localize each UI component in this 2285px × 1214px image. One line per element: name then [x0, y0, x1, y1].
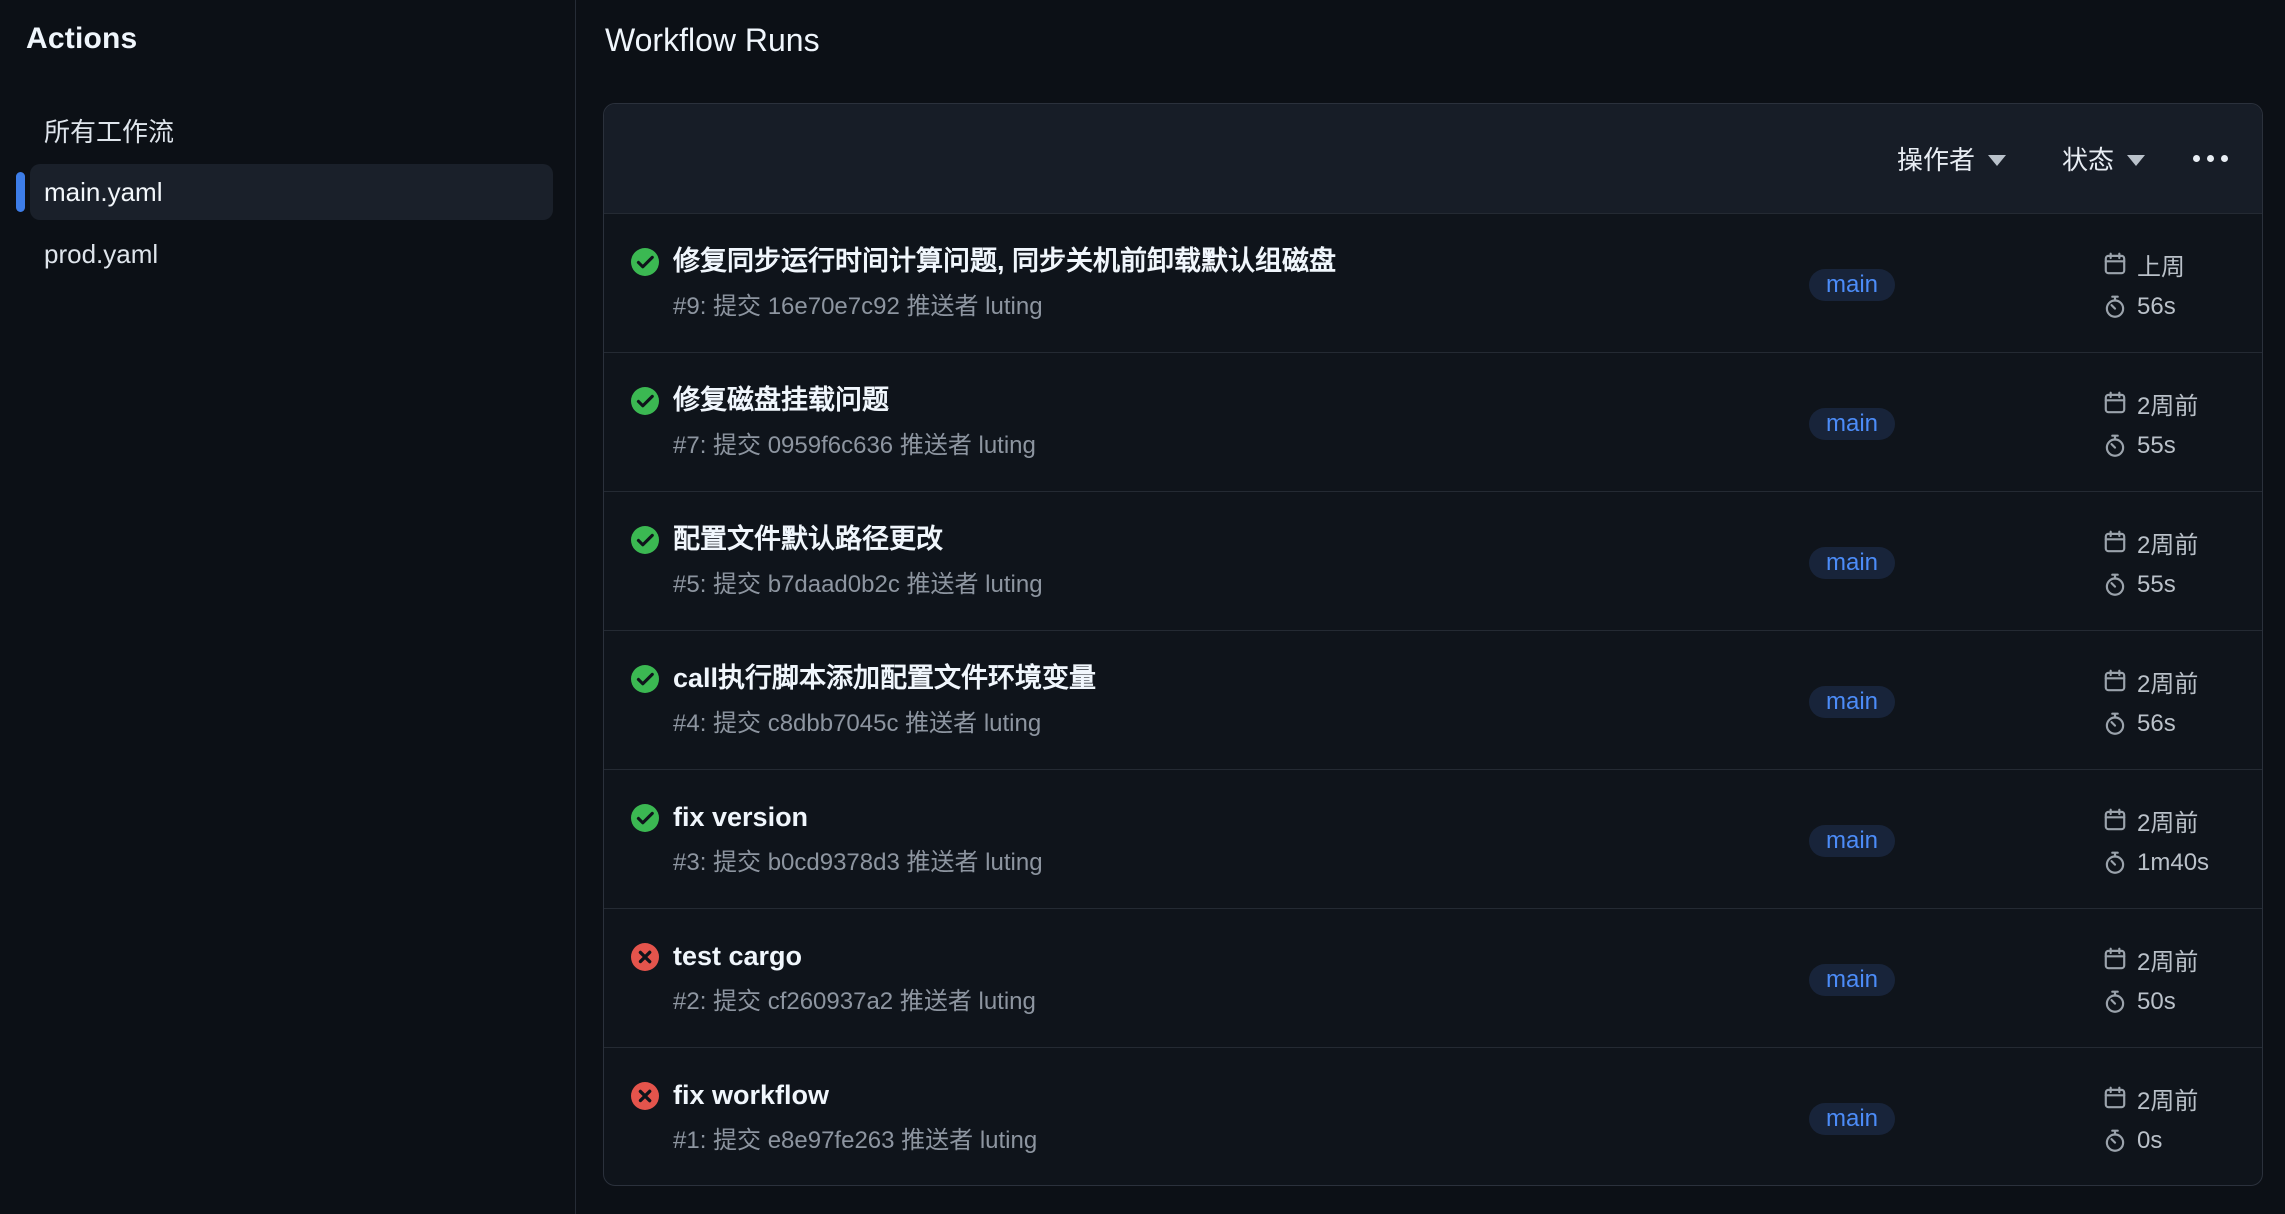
main-content: Workflow Runs 操作者 状态 — [577, 0, 2285, 1214]
runs-list: 修复同步运行时间计算问题, 同步关机前卸载默认组磁盘 #9: 提交 16e70e… — [604, 214, 2262, 1186]
runs-toolbar: 操作者 状态 — [604, 104, 2262, 214]
run-duration: 55s — [2137, 571, 2176, 599]
more-options-button[interactable] — [2193, 149, 2228, 168]
run-meta: 2周前 0s — [2102, 1084, 2198, 1170]
stopwatch-icon — [2102, 572, 2128, 598]
run-commit-info: #4: 提交 c8dbb7045c 推送者 luting — [673, 709, 1041, 739]
run-title-link[interactable]: 配置文件默认路径更改 — [673, 522, 943, 556]
kebab-dot — [2193, 155, 2200, 162]
stopwatch-icon — [2102, 989, 2128, 1015]
run-title-link[interactable]: 修复同步运行时间计算问题, 同步关机前卸载默认组磁盘 — [673, 244, 1336, 278]
branch-badge[interactable]: main — [1809, 408, 1895, 440]
stopwatch-icon — [2102, 711, 2128, 737]
branch-badge[interactable]: main — [1809, 825, 1895, 857]
run-title-link[interactable]: call执行脚本添加配置文件环境变量 — [673, 661, 1096, 695]
run-time: 2周前 — [2137, 664, 2198, 699]
calendar-icon — [2102, 668, 2128, 694]
kebab-dot — [2207, 155, 2214, 162]
failure-x-icon — [631, 943, 659, 971]
sidebar-item-main.yaml[interactable]: main.yaml — [30, 164, 553, 220]
run-time: 2周前 — [2137, 942, 2198, 977]
calendar-icon — [2102, 807, 2128, 833]
run-meta: 2周前 1m40s — [2102, 806, 2209, 892]
run-duration: 50s — [2137, 988, 2176, 1016]
stopwatch-icon — [2102, 294, 2128, 320]
run-duration: 56s — [2137, 293, 2176, 321]
workflow-run-row[interactable]: 配置文件默认路径更改 #5: 提交 b7daad0b2c 推送者 luting … — [604, 492, 2262, 631]
workflow-run-row[interactable]: 修复同步运行时间计算问题, 同步关机前卸载默认组磁盘 #9: 提交 16e70e… — [604, 214, 2262, 353]
kebab-dot — [2221, 155, 2228, 162]
workflow-runs-title: Workflow Runs — [605, 22, 820, 59]
sidebar-item-prod.yaml[interactable]: prod.yaml — [30, 226, 553, 282]
caret-down-icon — [1988, 155, 2006, 166]
run-title-link[interactable]: 修复磁盘挂载问题 — [673, 383, 889, 417]
branch-badge[interactable]: main — [1809, 686, 1895, 718]
run-commit-info: #7: 提交 0959f6c636 推送者 luting — [673, 431, 1036, 461]
branch-badge[interactable]: main — [1809, 547, 1895, 579]
run-commit-info: #2: 提交 cf260937a2 推送者 luting — [673, 987, 1036, 1017]
workflows-sidebar: Actions 所有工作流 main.yaml prod.yaml — [0, 0, 576, 1214]
calendar-icon — [2102, 529, 2128, 555]
stopwatch-icon — [2102, 1128, 2128, 1154]
status-filter-label: 状态 — [2062, 140, 2114, 177]
page-title: Actions — [26, 22, 137, 56]
workflow-list: 所有工作流 main.yaml prod.yaml — [0, 102, 575, 288]
workflow-item-label: main.yaml — [44, 177, 162, 208]
run-duration: 0s — [2137, 1127, 2162, 1155]
run-duration: 56s — [2137, 710, 2176, 738]
stopwatch-icon — [2102, 433, 2128, 459]
success-check-icon — [631, 248, 659, 276]
run-meta: 上周 56s — [2102, 250, 2185, 336]
run-commit-info: #9: 提交 16e70e7c92 推送者 luting — [673, 292, 1043, 322]
workflow-run-row[interactable]: test cargo #2: 提交 cf260937a2 推送者 luting … — [604, 909, 2262, 1048]
calendar-icon — [2102, 1085, 2128, 1111]
actor-filter-label: 操作者 — [1897, 140, 1975, 177]
run-meta: 2周前 56s — [2102, 667, 2198, 753]
run-commit-info: #5: 提交 b7daad0b2c 推送者 luting — [673, 570, 1043, 600]
run-time: 2周前 — [2137, 803, 2198, 838]
branch-badge[interactable]: main — [1809, 1103, 1895, 1135]
workflow-item-label: prod.yaml — [44, 239, 158, 270]
actor-filter-dropdown[interactable]: 操作者 — [1897, 140, 2006, 177]
run-commit-info: #3: 提交 b0cd9378d3 推送者 luting — [673, 848, 1043, 878]
branch-badge[interactable]: main — [1809, 964, 1895, 996]
failure-x-icon — [631, 1082, 659, 1110]
success-check-icon — [631, 804, 659, 832]
calendar-icon — [2102, 390, 2128, 416]
workflow-run-row[interactable]: fix workflow #1: 提交 e8e97fe263 推送者 lutin… — [604, 1048, 2262, 1186]
sidebar-item-所有工作流[interactable]: 所有工作流 — [30, 102, 553, 158]
run-meta: 2周前 55s — [2102, 528, 2198, 614]
branch-badge[interactable]: main — [1809, 269, 1895, 301]
run-duration: 1m40s — [2137, 849, 2209, 877]
run-title-link[interactable]: fix workflow — [673, 1078, 829, 1112]
success-check-icon — [631, 387, 659, 415]
calendar-icon — [2102, 251, 2128, 277]
run-commit-info: #1: 提交 e8e97fe263 推送者 luting — [673, 1126, 1037, 1156]
status-filter-dropdown[interactable]: 状态 — [2062, 140, 2145, 177]
run-title-link[interactable]: fix version — [673, 800, 808, 834]
actions-page: Actions 所有工作流 main.yaml prod.yaml Workfl… — [0, 0, 2285, 1214]
workflow-run-row[interactable]: fix version #3: 提交 b0cd9378d3 推送者 luting… — [604, 770, 2262, 909]
selected-indicator-bar — [16, 172, 25, 212]
run-time: 上周 — [2137, 247, 2185, 282]
run-meta: 2周前 50s — [2102, 945, 2198, 1031]
run-meta: 2周前 55s — [2102, 389, 2198, 475]
run-time: 2周前 — [2137, 525, 2198, 560]
workflow-item-label: 所有工作流 — [44, 112, 174, 149]
run-duration: 55s — [2137, 432, 2176, 460]
success-check-icon — [631, 526, 659, 554]
stopwatch-icon — [2102, 850, 2128, 876]
run-time: 2周前 — [2137, 386, 2198, 421]
workflow-run-row[interactable]: 修复磁盘挂载问题 #7: 提交 0959f6c636 推送者 luting ma… — [604, 353, 2262, 492]
run-title-link[interactable]: test cargo — [673, 939, 802, 973]
runs-panel: 操作者 状态 修复同步运行时间计算问题, 同步关机前卸载默认组磁盘 #9: — [603, 103, 2263, 1186]
success-check-icon — [631, 665, 659, 693]
run-time: 2周前 — [2137, 1081, 2198, 1116]
workflow-run-row[interactable]: call执行脚本添加配置文件环境变量 #4: 提交 c8dbb7045c 推送者… — [604, 631, 2262, 770]
caret-down-icon — [2127, 155, 2145, 166]
calendar-icon — [2102, 946, 2128, 972]
